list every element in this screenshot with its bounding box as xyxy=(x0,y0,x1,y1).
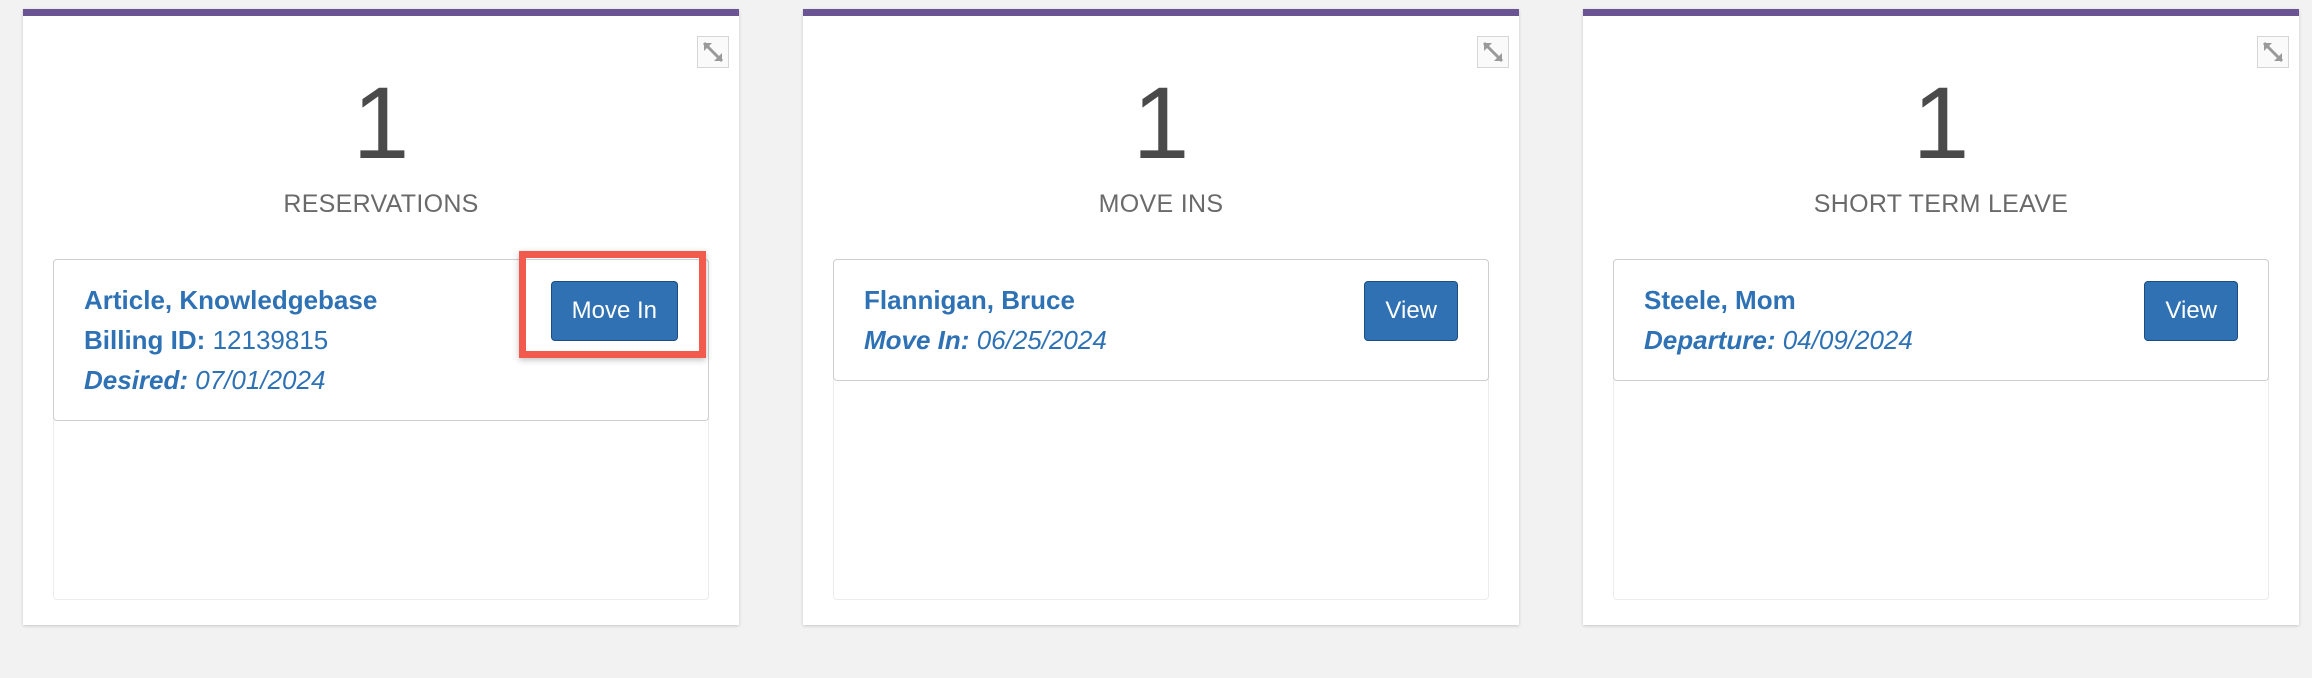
resident-name[interactable]: Flannigan, Bruce xyxy=(864,287,1075,313)
desired-date-label: Desired: xyxy=(84,365,189,395)
move-in-button[interactable]: Move In xyxy=(550,281,678,341)
resident-name[interactable]: Article, Knowledgebase xyxy=(84,287,377,313)
view-button[interactable]: View xyxy=(2144,281,2238,341)
move-ins-title: MOVE INS xyxy=(1098,190,1224,218)
move-in-item: Flannigan, Bruce Move In: 06/25/2024 Vie… xyxy=(833,259,1489,381)
billing-id-row: Billing ID: 12139815 xyxy=(84,327,328,353)
billing-id-label: Billing ID: xyxy=(84,325,206,355)
move-ins-count: 1 xyxy=(1132,66,1190,180)
move-in-date-value: 06/25/2024 xyxy=(976,325,1107,355)
reservations-title: RESERVATIONS xyxy=(283,190,479,218)
resident-name[interactable]: Steele, Mom xyxy=(1644,287,1796,313)
move-ins-panel: 1 MOVE INS Flannigan, Bruce Move In: 06/… xyxy=(803,9,1519,625)
move-in-date-label: Move In: xyxy=(864,325,970,355)
move-ins-list: Flannigan, Bruce Move In: 06/25/2024 Vie… xyxy=(833,259,1489,600)
move-in-date-row: Move In: 06/25/2024 xyxy=(864,327,1107,353)
expand-icon[interactable] xyxy=(1477,36,1509,68)
view-button[interactable]: View xyxy=(1364,281,1458,341)
expand-icon[interactable] xyxy=(697,36,729,68)
departure-date-value: 04/09/2024 xyxy=(1782,325,1913,355)
reservations-panel: 1 RESERVATIONS Article, Knowledgebase Bi… xyxy=(23,9,739,625)
reservations-list: Article, Knowledgebase Billing ID: 12139… xyxy=(53,259,709,600)
reservation-item: Article, Knowledgebase Billing ID: 12139… xyxy=(53,259,709,421)
short-term-leave-list: Steele, Mom Departure: 04/09/2024 View xyxy=(1613,259,2269,600)
reservations-count: 1 xyxy=(352,66,410,180)
desired-date-value: 07/01/2024 xyxy=(195,365,326,395)
billing-id-value: 12139815 xyxy=(212,325,329,355)
leave-item: Steele, Mom Departure: 04/09/2024 View xyxy=(1613,259,2269,381)
short-term-leave-title: SHORT TERM LEAVE xyxy=(1813,190,2069,218)
short-term-leave-count: 1 xyxy=(1912,66,1970,180)
short-term-leave-panel: 1 SHORT TERM LEAVE Steele, Mom Departure… xyxy=(1583,9,2299,625)
expand-icon[interactable] xyxy=(2257,36,2289,68)
departure-date-label: Departure: xyxy=(1644,325,1776,355)
departure-date-row: Departure: 04/09/2024 xyxy=(1644,327,1913,353)
desired-date-row: Desired: 07/01/2024 xyxy=(84,367,325,393)
